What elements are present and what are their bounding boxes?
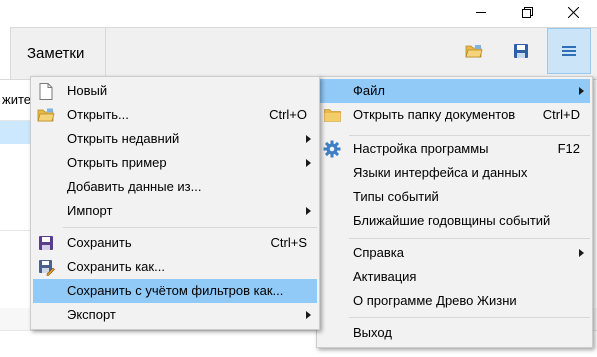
menu-item-label: Сохранить [67,235,132,250]
menu-item-shortcut: Ctrl+O [269,107,307,122]
main-menu-button[interactable] [547,28,591,74]
close-icon [567,6,579,18]
menu-item-label: Открыть папку документов [353,107,516,122]
menu-item-label: Типы событий [353,189,439,204]
menu-item-languages[interactable]: Языки интерфейса и данных [319,161,590,185]
folder-icon [322,105,342,125]
main-menu: Файл Открыть папку документов Ctrl+D Нас… [316,76,593,348]
menu-separator [349,135,590,136]
submenu-arrow-icon [579,249,584,257]
menu-item-open-example[interactable]: Открыть пример [33,151,317,175]
submenu-arrow-icon [306,135,311,143]
menu-item-help[interactable]: Справка [319,241,590,265]
save-as-icon [36,257,56,277]
menu-item-open-recent[interactable]: Открыть недавний [33,127,317,151]
menu-separator [63,227,317,228]
submenu-arrow-icon [306,159,311,167]
menu-item-label: Сохранить как... [67,259,165,274]
save-icon [514,44,528,58]
open-folder-button[interactable] [456,28,492,74]
menu-item-save-with-filters[interactable]: Сохранить с учётом фильтров как... [33,279,317,303]
menu-item-import[interactable]: Импорт [33,199,317,223]
menu-item-shortcut: Ctrl+S [270,235,307,250]
menu-item-anniversaries[interactable]: Ближайшие годовщины событий [319,209,590,233]
menu-separator [349,238,590,239]
menu-item-label: Сохранить с учётом фильтров как... [67,283,284,298]
menu-item-about[interactable]: О программе Древо Жизни [319,289,590,313]
menu-item-label: Активация [353,269,417,284]
menu-item-save-as[interactable]: Сохранить как... [33,255,317,279]
menu-item-settings[interactable]: Настройка программы F12 [319,137,590,161]
restore-icon [521,6,533,18]
menu-item-activation[interactable]: Активация [319,265,590,289]
hamburger-icon [562,46,576,56]
menu-item-open-documents-folder[interactable]: Открыть папку документов Ctrl+D [319,103,590,127]
menu-item-label: Выход [353,325,392,340]
menu-item-label: Открыть недавний [67,131,180,146]
tab-notes[interactable]: Заметки [10,27,106,79]
submenu-arrow-icon [306,311,311,319]
menu-item-label: Новый [67,83,108,98]
submenu-arrow-icon [306,207,311,215]
menu-item-file[interactable]: Файл [319,79,590,103]
submenu-arrow-icon [579,87,584,95]
close-button[interactable] [550,0,596,24]
menu-item-label: Ближайшие годовщины событий [353,213,551,228]
menu-item-label: Импорт [67,203,113,218]
gear-icon [322,139,342,159]
menu-item-label: Файл [353,83,385,98]
menu-item-shortcut: Ctrl+D [542,107,580,122]
menu-item-add-data-from[interactable]: Добавить данные из... [33,175,317,199]
menu-item-save[interactable]: Сохранить Ctrl+S [33,231,317,255]
menu-item-label: Открыть пример [67,155,167,170]
restore-button[interactable] [504,0,550,24]
menu-item-label: Справка [353,245,404,260]
menu-item-exit[interactable]: Выход [319,321,590,345]
menu-item-export[interactable]: Экспорт [33,303,317,327]
title-bar [0,0,597,24]
menu-item-label: Добавить данные из... [67,179,202,194]
save-icon [36,233,56,253]
menu-item-shortcut: F12 [557,141,580,156]
minimize-icon [476,12,486,13]
menu-item-label: Настройка программы [353,141,489,156]
menu-item-open[interactable]: Открыть... Ctrl+O [33,103,317,127]
minimize-button[interactable] [458,0,504,24]
open-folder-icon [465,45,483,58]
menu-item-event-types[interactable]: Типы событий [319,185,590,209]
file-submenu: Новый Открыть... Ctrl+O Открыть недавний… [30,76,320,330]
menu-item-label: О программе Древо Жизни [353,293,517,308]
menu-item-label: Открыть... [67,107,129,122]
menu-separator [349,317,590,318]
new-document-icon [36,81,56,101]
menu-item-label: Языки интерфейса и данных [353,165,528,180]
menu-item-label: Экспорт [67,307,116,322]
save-button[interactable] [503,28,539,74]
menu-item-new[interactable]: Новый [33,79,317,103]
open-folder-icon [36,105,56,125]
